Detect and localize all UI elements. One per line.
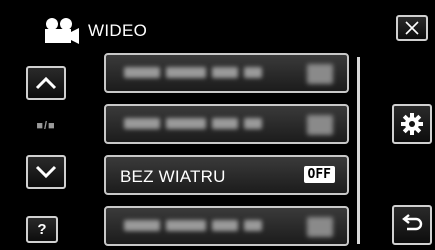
- help-button[interactable]: ?: [26, 216, 58, 243]
- close-icon: [405, 21, 419, 35]
- blurred-label: [124, 67, 262, 78]
- scroll-up-button[interactable]: [26, 66, 66, 100]
- menu-item-2[interactable]: [104, 104, 349, 144]
- chevron-up-icon: [35, 76, 57, 90]
- help-label: ?: [37, 221, 47, 238]
- return-icon: [402, 214, 423, 231]
- blurred-label: [124, 118, 262, 129]
- scroll-down-button[interactable]: [26, 155, 66, 189]
- close-button[interactable]: [396, 15, 428, 41]
- menu-item-bez-wiatru[interactable]: BEZ WIATRU OFF: [104, 155, 349, 195]
- scrollbar[interactable]: [357, 57, 360, 244]
- page-indicator: ■/■: [36, 120, 56, 132]
- menu-screen: WIDEO ■/■ ? BEZ WIATRU OFF: [0, 0, 435, 250]
- status-badge: OFF: [303, 166, 335, 183]
- page-title: WIDEO: [88, 21, 148, 40]
- settings-button[interactable]: [392, 104, 432, 144]
- back-button[interactable]: [392, 205, 432, 245]
- gear-icon: [401, 113, 423, 135]
- header: WIDEO: [40, 16, 147, 46]
- blurred-value: [307, 64, 333, 84]
- menu-item-4[interactable]: [104, 206, 349, 246]
- chevron-down-icon: [35, 165, 57, 179]
- blurred-label: [124, 220, 262, 231]
- menu-item-label: BEZ WIATRU: [120, 167, 226, 186]
- video-camera-icon: [45, 18, 79, 44]
- blurred-value: [307, 217, 333, 237]
- menu-item-1[interactable]: [104, 53, 349, 93]
- blurred-value: [307, 115, 333, 135]
